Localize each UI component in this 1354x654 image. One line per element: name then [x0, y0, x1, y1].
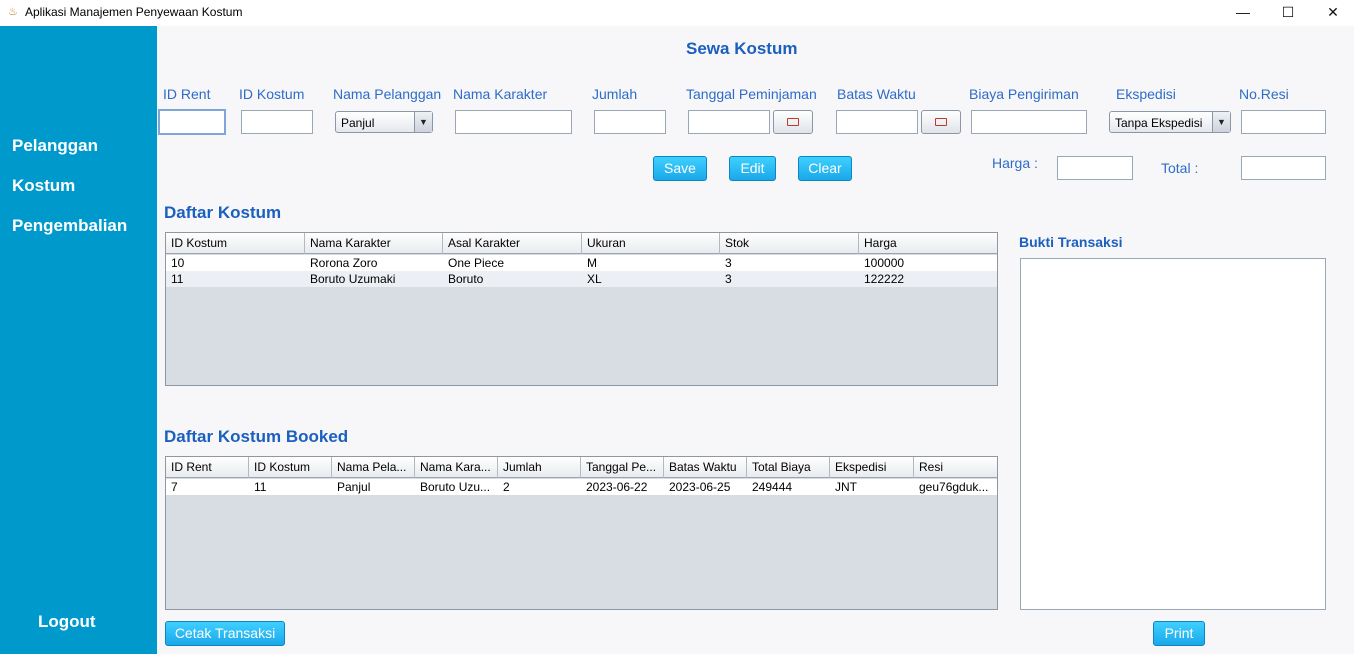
label-total: Total : [1161, 160, 1199, 176]
minimize-button[interactable]: — [1220, 0, 1266, 26]
no-resi-input[interactable] [1241, 110, 1326, 134]
table-cell: 100000 [864, 256, 905, 270]
label-nama-pelanggan: Nama Pelanggan [333, 86, 442, 102]
label-jumlah: Jumlah [592, 86, 638, 102]
daftar-booked-title: Daftar Kostum Booked [164, 427, 349, 446]
table-cell: geu76gduk... [919, 480, 989, 494]
table-cell: 122222 [864, 272, 905, 286]
print-button[interactable]: Print [1153, 621, 1205, 646]
label-ekspedisi: Ekspedisi [1116, 86, 1176, 102]
table-cell: 11 [254, 480, 267, 494]
chevron-down-icon: ▼ [1212, 112, 1230, 132]
label-id-kostum: ID Kostum [239, 86, 305, 102]
title-bar: ♨ Aplikasi Manajemen Penyewaan Kostum — … [0, 0, 1354, 26]
tanggal-peminjaman-calendar-button[interactable] [773, 110, 813, 134]
sidebar-item-pengembalian[interactable]: Pengembalian [12, 216, 127, 236]
bukti-transaksi-textarea[interactable] [1020, 258, 1326, 610]
nama-pelanggan-value: Panjul [341, 116, 375, 130]
harga-input[interactable] [1057, 156, 1133, 180]
column-header[interactable]: ID Kostum [249, 457, 332, 478]
table-cell: 249444 [752, 480, 793, 494]
label-biaya-pengiriman: Biaya Pengiriman [969, 86, 1079, 102]
table-cell: 10 [171, 256, 185, 270]
column-header[interactable]: Jumlah [498, 457, 581, 478]
sidebar: Pelanggan Kostum Pengembalian Logout [0, 26, 157, 654]
batas-waktu-input[interactable] [836, 110, 918, 134]
daftar-booked-table[interactable]: ID Rent ID Kostum Nama Pela... Nama Kara… [165, 456, 998, 610]
label-tanggal-peminjaman: Tanggal Peminjaman [686, 86, 817, 102]
cetak-transaksi-button[interactable]: Cetak Transaksi [165, 621, 285, 646]
table-cell: Rorona Zoro [310, 256, 378, 270]
sidebar-item-pelanggan[interactable]: Pelanggan [12, 136, 98, 156]
total-input[interactable] [1241, 156, 1326, 180]
table-cell: Panjul [337, 480, 371, 494]
column-header[interactable]: Nama Karakter [305, 233, 443, 254]
column-header[interactable]: Batas Waktu [664, 457, 747, 478]
column-header[interactable]: Ukuran [582, 233, 720, 254]
table-header: ID Rent ID Kostum Nama Pela... Nama Kara… [166, 457, 997, 478]
table-cell: 7 [171, 480, 178, 494]
id-kostum-input[interactable] [241, 110, 313, 134]
column-header[interactable]: ID Kostum [166, 233, 305, 254]
close-button[interactable]: ✕ [1310, 0, 1354, 26]
table-cell: Boruto Uzumaki [310, 272, 396, 286]
column-header[interactable]: Nama Kara... [415, 457, 498, 478]
ekspedisi-select[interactable]: Tanpa Ekspedisi ▼ [1109, 111, 1231, 133]
column-header[interactable]: Resi [914, 457, 997, 478]
daftar-kostum-table[interactable]: ID Kostum Nama Karakter Asal Karakter Uk… [165, 232, 998, 386]
table-cell: XL [587, 272, 602, 286]
edit-button[interactable]: Edit [729, 156, 776, 181]
jumlah-input[interactable] [594, 110, 666, 134]
nama-pelanggan-select[interactable]: Panjul ▼ [335, 111, 433, 133]
maximize-button[interactable]: ☐ [1265, 0, 1311, 26]
table-cell: 3 [725, 256, 732, 270]
label-harga: Harga : [992, 155, 1038, 171]
table-cell: 2023-06-22 [586, 480, 648, 494]
label-id-rent: ID Rent [163, 86, 211, 102]
label-nama-karakter: Nama Karakter [453, 86, 548, 102]
tanggal-peminjaman-input[interactable] [688, 110, 770, 134]
table-cell: Boruto [448, 272, 484, 286]
logout-button[interactable]: Logout [38, 612, 96, 632]
table-row[interactable]: 11 Boruto Uzumaki Boruto XL 3 122222 [166, 271, 997, 287]
table-cell: JNT [835, 480, 857, 494]
table-cell: Boruto Uzu... [420, 480, 491, 494]
table-cell: One Piece [448, 256, 505, 270]
label-no-resi: No.Resi [1239, 86, 1289, 102]
table-header: ID Kostum Nama Karakter Asal Karakter Uk… [166, 233, 997, 254]
column-header[interactable]: Total Biaya [747, 457, 830, 478]
table-row[interactable]: 10 Rorona Zoro One Piece M 3 100000 [166, 255, 997, 271]
table-cell: 11 [171, 272, 184, 286]
biaya-pengiriman-input[interactable] [971, 110, 1087, 134]
page-title: Sewa Kostum [686, 39, 798, 58]
clear-button[interactable]: Clear [798, 156, 852, 181]
column-header[interactable]: Stok [720, 233, 859, 254]
app-icon: ♨ [8, 6, 18, 18]
calendar-icon [935, 118, 947, 126]
table-cell: 3 [725, 272, 732, 286]
bukti-transaksi-title: Bukti Transaksi [1019, 234, 1123, 250]
table-cell: 2 [503, 480, 510, 494]
nama-karakter-input[interactable] [455, 110, 572, 134]
batas-waktu-calendar-button[interactable] [921, 110, 961, 134]
window-title: Aplikasi Manajemen Penyewaan Kostum [25, 5, 243, 19]
save-button[interactable]: Save [653, 156, 707, 181]
id-rent-input[interactable] [158, 109, 226, 135]
daftar-kostum-title: Daftar Kostum [164, 203, 282, 222]
chevron-down-icon: ▼ [414, 112, 432, 132]
sidebar-item-kostum[interactable]: Kostum [12, 176, 75, 196]
column-header[interactable]: ID Rent [166, 457, 249, 478]
column-header[interactable]: Harga [859, 233, 997, 254]
column-header[interactable]: Nama Pela... [332, 457, 415, 478]
ekspedisi-value: Tanpa Ekspedisi [1115, 116, 1203, 130]
column-header[interactable]: Tanggal Pe... [581, 457, 664, 478]
label-batas-waktu: Batas Waktu [837, 86, 916, 102]
table-cell: M [587, 256, 597, 270]
column-header[interactable]: Ekspedisi [830, 457, 914, 478]
table-cell: 2023-06-25 [669, 480, 731, 494]
table-row[interactable]: 7 11 Panjul Boruto Uzu... 2 2023-06-22 2… [166, 479, 997, 495]
calendar-icon [787, 118, 799, 126]
column-header[interactable]: Asal Karakter [443, 233, 582, 254]
